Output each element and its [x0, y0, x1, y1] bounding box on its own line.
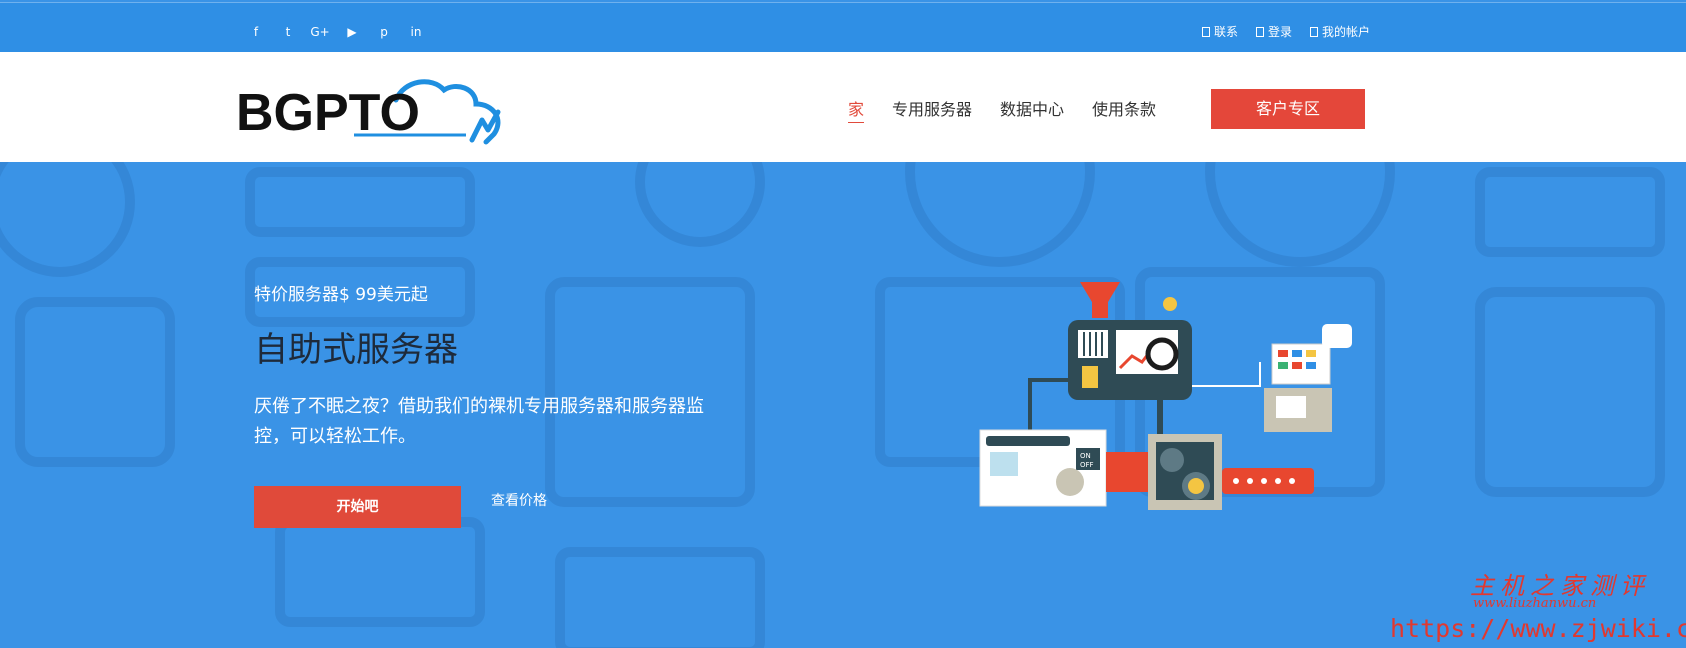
site-header: BGPTO 家 专用服务器 数据中心 使用条款 客户专区 — [0, 52, 1686, 162]
account-icon — [1309, 26, 1318, 37]
nav-terms[interactable]: 使用条款 — [1092, 96, 1156, 123]
social-links: f t G+ ▶ p in — [246, 23, 426, 41]
server-machine-illustration: ON OFF — [979, 282, 1352, 510]
switch-on-label: ON — [1080, 452, 1091, 460]
watermark-sub: www.liuzhanwu.cn — [1473, 596, 1597, 611]
nav-home[interactable]: 家 — [848, 96, 865, 123]
twitter-icon[interactable]: t — [278, 23, 298, 41]
logo-text: BGPTO — [236, 84, 420, 142]
logo[interactable]: BGPTO — [236, 72, 516, 152]
account-label: 我的帐户 — [1321, 25, 1370, 39]
facebook-icon[interactable]: f — [246, 23, 266, 41]
hero-tagline: 特价服务器$ 99美元起 — [254, 285, 428, 305]
nav-dedicated-servers[interactable]: 专用服务器 — [892, 96, 972, 123]
top-links: 联系 登录 我的帐户 — [1201, 23, 1370, 40]
contact-icon — [1201, 26, 1210, 37]
login-label: 登录 — [1267, 25, 1292, 39]
login-link[interactable]: 登录 — [1255, 23, 1292, 40]
logo-graphic: BGPTO — [236, 79, 501, 145]
linkedin-icon[interactable]: in — [406, 23, 426, 41]
main-nav: 家 专用服务器 数据中心 使用条款 — [848, 96, 1156, 123]
login-icon — [1255, 26, 1264, 37]
hero-section: 特价服务器$ 99美元起 自助式服务器 厌倦了不眠之夜？借助我们的裸机专用服务器… — [0, 162, 1686, 648]
account-link[interactable]: 我的帐户 — [1309, 23, 1370, 40]
contact-label: 联系 — [1213, 25, 1238, 39]
hero-headline: 自助式服务器 — [254, 330, 458, 370]
get-started-button[interactable]: 开始吧 — [254, 486, 461, 528]
client-area-button[interactable]: 客户专区 — [1211, 89, 1365, 129]
pinterest-icon[interactable]: p — [374, 23, 394, 41]
view-pricing-link[interactable]: 查看价格 — [491, 490, 547, 510]
youtube-icon[interactable]: ▶ — [342, 23, 362, 41]
background-pattern — [0, 162, 1665, 648]
hero-description: 厌倦了不眠之夜？借助我们的裸机专用服务器和服务器监控，可以轻松工作。 — [254, 396, 704, 447]
watermark-url: https://www.zjwiki.com — [1390, 614, 1686, 643]
top-bar: f t G+ ▶ p in 联系 登录 我的帐户 — [0, 2, 1686, 53]
google-plus-icon[interactable]: G+ — [310, 23, 330, 41]
contact-link[interactable]: 联系 — [1201, 23, 1238, 40]
nav-data-center[interactable]: 数据中心 — [1000, 96, 1064, 123]
switch-off-label: OFF — [1080, 461, 1094, 469]
